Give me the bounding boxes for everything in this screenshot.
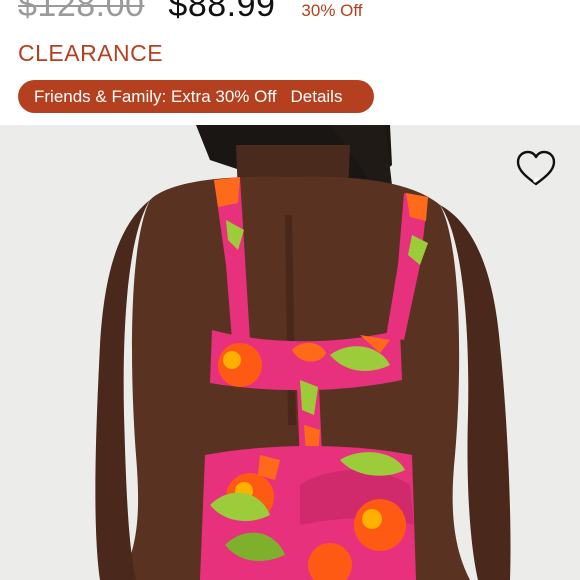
favorite-button[interactable] xyxy=(514,147,558,191)
sale-price: $88.99 xyxy=(168,0,276,24)
product-photo xyxy=(0,125,580,580)
promo-details-link[interactable]: Details xyxy=(290,87,342,107)
promo-banner[interactable]: Friends & Family: Extra 30% Off Details xyxy=(18,80,374,113)
price-row: $128.00 $88.99 30% Off xyxy=(18,0,363,30)
heart-icon xyxy=(516,150,556,186)
promo-text: Friends & Family: Extra 30% Off xyxy=(34,86,277,106)
discount-label: 30% Off xyxy=(301,1,363,20)
original-price: $128.00 xyxy=(18,0,145,24)
clearance-label: CLEARANCE xyxy=(18,40,164,66)
